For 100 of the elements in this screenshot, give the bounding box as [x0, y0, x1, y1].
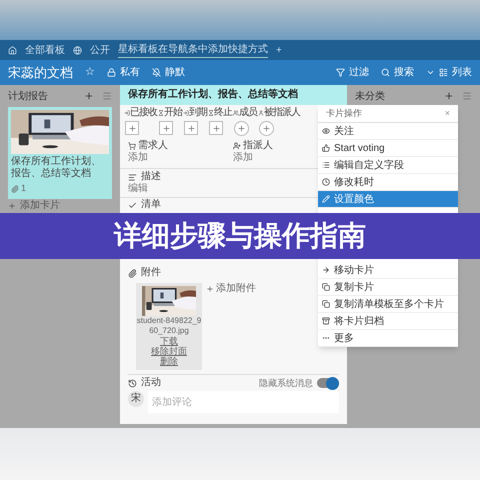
- section-title: 清单: [141, 199, 161, 211]
- card-detail-title: 保存所有工作计划、报告、总结等文档: [128, 89, 299, 101]
- list-title: 未分类: [355, 90, 386, 104]
- field-icon: [233, 110, 239, 116]
- check-icon: [128, 200, 137, 210]
- lock-icon: [107, 68, 116, 77]
- history-icon: [128, 378, 137, 388]
- list-title: 计划报告: [8, 90, 49, 104]
- field-icon: [158, 110, 164, 116]
- copy-icon: [322, 300, 330, 308]
- header-action[interactable]: 列表: [452, 65, 472, 80]
- remove-cover-link[interactable]: 移除封面: [151, 346, 187, 356]
- menu-item[interactable]: 关注: [318, 123, 458, 140]
- header-action[interactable]: 过滤: [349, 65, 369, 80]
- field-label: 需求人: [138, 140, 168, 152]
- menu-item[interactable]: 更多: [318, 330, 458, 347]
- pencil-icon: [322, 195, 330, 203]
- card[interactable]: 保存所有工作计划、报告、总结等文档 1: [8, 107, 112, 198]
- field-icon: [183, 110, 189, 116]
- section-title: 活动: [141, 377, 162, 389]
- archive-icon: [322, 317, 330, 325]
- menu-item[interactable]: 编辑自定义字段: [318, 157, 458, 174]
- banner-title: 详细步骤与操作指南: [114, 219, 366, 253]
- paperclip-icon: [11, 184, 19, 193]
- add-link[interactable]: +: [276, 42, 282, 58]
- list-icon: [322, 161, 330, 169]
- add-button[interactable]: [209, 121, 223, 135]
- plus-icon: [206, 285, 214, 293]
- menu-item[interactable]: 移动卡片: [318, 262, 458, 279]
- privacy-link[interactable]: 私有: [120, 65, 140, 80]
- arrow-icon: [322, 266, 330, 274]
- mute-link[interactable]: 静默: [165, 65, 185, 80]
- section-title: 附件: [141, 267, 161, 279]
- delete-link[interactable]: 删除: [160, 356, 178, 366]
- plus-icon: [125, 121, 139, 135]
- menu-title: 卡片操作: [326, 106, 363, 120]
- add-button[interactable]: [234, 121, 249, 136]
- home-icon: [8, 46, 17, 54]
- breadcrumb-link[interactable]: 公开: [90, 42, 110, 58]
- close-button[interactable]: ×: [444, 106, 450, 120]
- header-action[interactable]: 搜索: [394, 65, 414, 80]
- add-card-link[interactable]: 添加卡片: [20, 200, 60, 212]
- field-label: 成员: [239, 107, 257, 119]
- filter-icon: [336, 68, 345, 77]
- field-label: 开始: [164, 107, 182, 119]
- field-label: 终止: [214, 107, 232, 119]
- add-button[interactable]: [125, 121, 139, 135]
- field-label: 已接收: [130, 107, 157, 119]
- download-link[interactable]: 下载: [160, 336, 178, 346]
- add-icon[interactable]: [84, 91, 94, 101]
- add-button[interactable]: [259, 121, 274, 136]
- card-title: 保存所有工作计划、报告、总结等文档: [11, 156, 102, 180]
- menu-item[interactable]: 将卡片归档: [318, 313, 458, 330]
- add-attachment-link[interactable]: 添加附件: [216, 283, 256, 295]
- plus-icon: [159, 121, 173, 135]
- attachment-count: 1: [21, 182, 26, 195]
- menu-item[interactable]: 复制清单模板至多个卡片: [318, 296, 458, 313]
- board-title: 宋蕊的文档: [8, 64, 73, 82]
- plus-icon: [234, 121, 249, 136]
- plus-icon: [259, 121, 274, 136]
- caret-icon: [426, 68, 435, 77]
- plus-icon: [184, 121, 198, 135]
- menu-icon[interactable]: [462, 91, 472, 101]
- comment-field[interactable]: 添加评论: [148, 391, 339, 413]
- add-icon[interactable]: [444, 91, 454, 101]
- field-label: 到期: [189, 107, 207, 119]
- breadcrumb-link[interactable]: 全部看板: [25, 42, 65, 58]
- paperclip-icon: [128, 268, 137, 278]
- plus-icon: [209, 121, 223, 135]
- breadcrumb-tip[interactable]: 星标看板在导航条中添加快捷方式: [118, 42, 268, 58]
- add-link[interactable]: 添加: [128, 152, 233, 164]
- avatar: 宋: [128, 391, 144, 407]
- menu-icon[interactable]: [102, 91, 112, 101]
- file-name: student-849822_960_720.jpg: [136, 316, 202, 336]
- menu-item[interactable]: 设置颜色: [318, 191, 458, 208]
- bell-off-icon: [152, 68, 161, 77]
- thumbs-up-icon: [322, 144, 330, 152]
- search-icon: [381, 68, 390, 77]
- description-icon: [128, 172, 137, 182]
- globe-icon: [73, 46, 82, 54]
- field-icon: [258, 110, 264, 116]
- add-button[interactable]: [184, 121, 198, 135]
- menu-item[interactable]: Start voting: [318, 140, 458, 157]
- field-icon: [208, 110, 214, 116]
- menu-item[interactable]: 复制卡片: [318, 279, 458, 296]
- list-icon: [439, 68, 448, 77]
- user-icon: [233, 142, 241, 150]
- section-title: 描述: [141, 171, 161, 183]
- toggle-switch[interactable]: [317, 378, 339, 388]
- toggle-label: 隐藏系统消息: [259, 377, 313, 389]
- cart-icon: [128, 142, 136, 150]
- field-label: 指派人: [243, 140, 273, 152]
- star-button[interactable]: ☆: [85, 64, 95, 81]
- plus-icon: [8, 202, 16, 210]
- eye-icon: [322, 127, 330, 135]
- clock-icon: [322, 178, 330, 186]
- copy-icon: [322, 283, 330, 291]
- add-button[interactable]: [159, 121, 173, 135]
- field-icon: [124, 110, 130, 116]
- field-label: 被指派人: [264, 107, 300, 119]
